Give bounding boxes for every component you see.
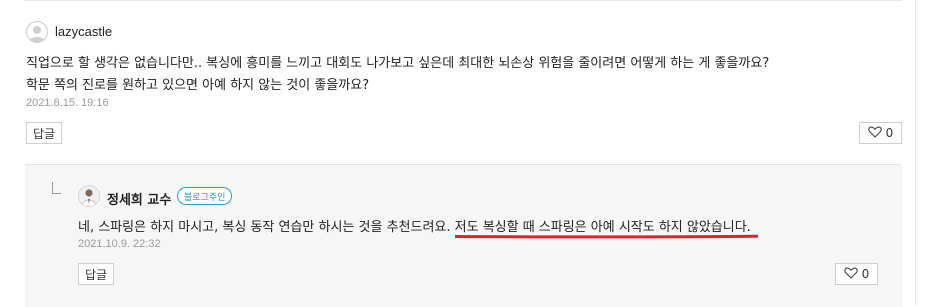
comment-author[interactable]: lazycastle (55, 24, 112, 39)
reply-date: 2021.10.9. 22:32 (78, 238, 161, 250)
blog-owner-badge: 블로그주인 (177, 187, 233, 205)
reply-author[interactable]: 정세희 교수 (107, 189, 171, 208)
like-button[interactable]: 0 (859, 122, 902, 144)
comment-line: 학문 쪽의 진로를 원하고 있으면 아예 하지 않는 것이 좋을까요? (26, 78, 370, 93)
reply-button-label: 답글 (32, 126, 56, 141)
highlighted-text: 저도 복싱할 때 스파링은 아예 시작도 하지 않았습니다. (454, 220, 751, 235)
like-count: 0 (861, 267, 870, 281)
comment-thread: lazycastle 직업으로 할 생각은 없습니다만.. 복싱에 흥미를 느끼… (0, 0, 926, 307)
default-avatar-icon[interactable] (26, 21, 48, 43)
reply-text: 네, 스파링은 하지 마시고, 복싱 동작 연습만 하시는 것을 추천드려요. (78, 220, 455, 235)
badge-label: 블로그주인 (184, 192, 226, 203)
comment-date: 2021.8.15. 19:16 (26, 97, 109, 109)
reply-body: 네, 스파링은 하지 마시고, 복싱 동작 연습만 하시는 것을 추천드려요. … (78, 216, 751, 235)
author-avatar[interactable] (78, 185, 100, 207)
reply-indent-marker (52, 182, 61, 194)
reply-button[interactable]: 답글 (78, 263, 114, 285)
heart-icon (843, 267, 858, 282)
comment-item: lazycastle 직업으로 할 생각은 없습니다만.. 복싱에 흥미를 느끼… (0, 0, 926, 162)
heart-icon (867, 126, 882, 141)
reply-item: 정세희 교수 블로그주인 네, 스파링은 하지 마시고, 복싱 동작 연습만 하… (25, 164, 902, 307)
red-underline-annotation (455, 234, 758, 239)
like-button[interactable]: 0 (835, 263, 878, 285)
like-count: 0 (885, 126, 894, 140)
comment-body: 직업으로 할 생각은 없습니다만.. 복싱에 흥미를 느끼고 대회도 나가보고 … (26, 53, 886, 97)
reply-button[interactable]: 답글 (26, 122, 62, 144)
reply-button-label: 답글 (84, 267, 108, 282)
comment-line: 직업으로 할 생각은 없습니다만.. 복싱에 흥미를 느끼고 대회도 나가보고 … (26, 56, 770, 71)
annotation-stroke (455, 234, 758, 239)
